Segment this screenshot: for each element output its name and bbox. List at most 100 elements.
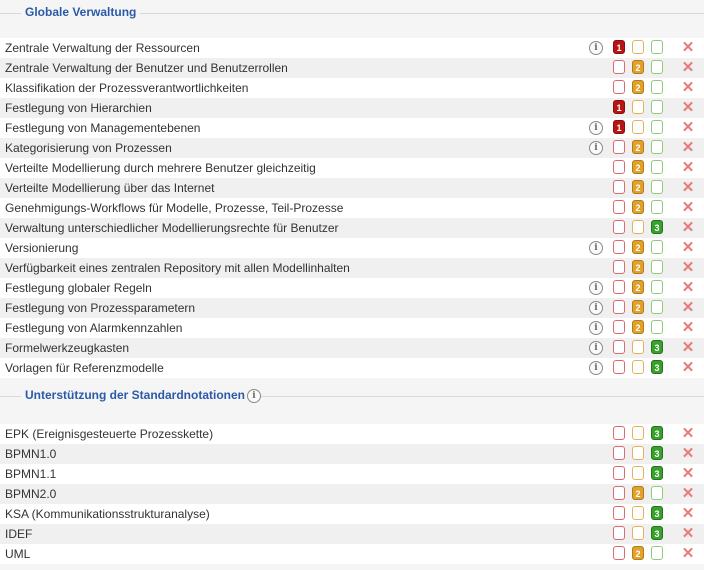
rating-level-3-checkbox[interactable]: 3 <box>651 466 663 480</box>
info-icon[interactable]: i <box>589 41 603 55</box>
rating-level-2-checkbox[interactable] <box>632 360 644 374</box>
rating-level-1-checkbox[interactable] <box>613 260 625 274</box>
rating-level-2-checkbox[interactable] <box>632 340 644 354</box>
delete-x-icon[interactable]: ✕ <box>681 426 695 441</box>
delete-x-icon[interactable]: ✕ <box>681 466 695 481</box>
rating-level-3-checkbox[interactable] <box>651 486 663 500</box>
info-icon[interactable]: i <box>589 141 603 155</box>
rating-level-1-checkbox[interactable] <box>613 360 625 374</box>
delete-x-icon[interactable]: ✕ <box>681 160 695 175</box>
rating-level-2-checkbox[interactable]: 2 <box>632 280 644 294</box>
rating-level-2-checkbox[interactable] <box>632 526 644 540</box>
rating-level-3-checkbox[interactable]: 3 <box>651 506 663 520</box>
delete-x-icon[interactable]: ✕ <box>681 80 695 95</box>
rating-level-1-checkbox[interactable]: 1 <box>613 100 625 114</box>
rating-level-1-checkbox[interactable] <box>613 240 625 254</box>
rating-level-1-checkbox[interactable] <box>613 506 625 520</box>
rating-level-3-checkbox[interactable] <box>651 200 663 214</box>
rating-level-3-checkbox[interactable] <box>651 546 663 560</box>
rating-level-3-checkbox[interactable]: 3 <box>651 340 663 354</box>
rating-level-1-checkbox[interactable] <box>613 80 625 94</box>
delete-x-icon[interactable]: ✕ <box>681 260 695 275</box>
rating-level-1-checkbox[interactable] <box>613 466 625 480</box>
delete-x-icon[interactable]: ✕ <box>681 200 695 215</box>
delete-x-icon[interactable]: ✕ <box>681 220 695 235</box>
rating-level-3-checkbox[interactable] <box>651 60 663 74</box>
rating-level-3-checkbox[interactable]: 3 <box>651 446 663 460</box>
rating-level-3-checkbox[interactable] <box>651 320 663 334</box>
rating-level-1-checkbox[interactable]: 1 <box>613 120 625 134</box>
rating-level-2-checkbox[interactable]: 2 <box>632 140 644 154</box>
rating-level-2-checkbox[interactable] <box>632 466 644 480</box>
rating-level-2-checkbox[interactable]: 2 <box>632 486 644 500</box>
rating-level-1-checkbox[interactable] <box>613 320 625 334</box>
rating-level-1-checkbox[interactable] <box>613 546 625 560</box>
rating-level-1-checkbox[interactable] <box>613 160 625 174</box>
rating-level-1-checkbox[interactable] <box>613 486 625 500</box>
info-icon[interactable]: i <box>589 361 603 375</box>
rating-level-2-checkbox[interactable] <box>632 506 644 520</box>
rating-level-2-checkbox[interactable]: 2 <box>632 320 644 334</box>
rating-level-1-checkbox[interactable]: 1 <box>613 40 625 54</box>
rating-level-2-checkbox[interactable]: 2 <box>632 200 644 214</box>
rating-level-2-checkbox[interactable]: 2 <box>632 546 644 560</box>
rating-level-3-checkbox[interactable]: 3 <box>651 426 663 440</box>
delete-x-icon[interactable]: ✕ <box>681 180 695 195</box>
delete-x-icon[interactable]: ✕ <box>681 340 695 355</box>
rating-level-3-checkbox[interactable]: 3 <box>651 526 663 540</box>
rating-level-3-checkbox[interactable] <box>651 120 663 134</box>
delete-x-icon[interactable]: ✕ <box>681 60 695 75</box>
delete-x-icon[interactable]: ✕ <box>681 360 695 375</box>
delete-x-icon[interactable]: ✕ <box>681 486 695 501</box>
rating-level-2-checkbox[interactable] <box>632 120 644 134</box>
rating-level-3-checkbox[interactable]: 3 <box>651 360 663 374</box>
rating-level-2-checkbox[interactable]: 2 <box>632 80 644 94</box>
rating-level-1-checkbox[interactable] <box>613 280 625 294</box>
rating-level-3-checkbox[interactable] <box>651 300 663 314</box>
delete-x-icon[interactable]: ✕ <box>681 546 695 561</box>
rating-level-1-checkbox[interactable] <box>613 446 625 460</box>
delete-x-icon[interactable]: ✕ <box>681 40 695 55</box>
rating-level-3-checkbox[interactable] <box>651 140 663 154</box>
info-icon[interactable]: i <box>589 301 603 315</box>
rating-level-2-checkbox[interactable] <box>632 40 644 54</box>
info-icon[interactable]: i <box>589 321 603 335</box>
rating-level-1-checkbox[interactable] <box>613 526 625 540</box>
rating-level-2-checkbox[interactable] <box>632 100 644 114</box>
rating-level-3-checkbox[interactable] <box>651 180 663 194</box>
rating-level-3-checkbox[interactable] <box>651 80 663 94</box>
rating-level-3-checkbox[interactable] <box>651 240 663 254</box>
rating-level-1-checkbox[interactable] <box>613 60 625 74</box>
delete-x-icon[interactable]: ✕ <box>681 120 695 135</box>
delete-x-icon[interactable]: ✕ <box>681 506 695 521</box>
rating-level-1-checkbox[interactable] <box>613 220 625 234</box>
rating-level-2-checkbox[interactable]: 2 <box>632 60 644 74</box>
rating-level-1-checkbox[interactable] <box>613 140 625 154</box>
rating-level-2-checkbox[interactable] <box>632 446 644 460</box>
rating-level-2-checkbox[interactable]: 2 <box>632 180 644 194</box>
rating-level-3-checkbox[interactable] <box>651 160 663 174</box>
rating-level-1-checkbox[interactable] <box>613 340 625 354</box>
rating-level-3-checkbox[interactable]: 3 <box>651 220 663 234</box>
rating-level-2-checkbox[interactable]: 2 <box>632 260 644 274</box>
delete-x-icon[interactable]: ✕ <box>681 526 695 541</box>
info-icon[interactable]: i <box>589 121 603 135</box>
delete-x-icon[interactable]: ✕ <box>681 240 695 255</box>
info-icon[interactable]: i <box>247 389 261 403</box>
rating-level-3-checkbox[interactable] <box>651 260 663 274</box>
rating-level-2-checkbox[interactable] <box>632 426 644 440</box>
info-icon[interactable]: i <box>589 241 603 255</box>
rating-level-3-checkbox[interactable] <box>651 40 663 54</box>
delete-x-icon[interactable]: ✕ <box>681 300 695 315</box>
rating-level-1-checkbox[interactable] <box>613 300 625 314</box>
rating-level-2-checkbox[interactable]: 2 <box>632 160 644 174</box>
rating-level-1-checkbox[interactable] <box>613 426 625 440</box>
rating-level-2-checkbox[interactable]: 2 <box>632 300 644 314</box>
rating-level-1-checkbox[interactable] <box>613 180 625 194</box>
info-icon[interactable]: i <box>589 341 603 355</box>
rating-level-2-checkbox[interactable] <box>632 220 644 234</box>
rating-level-3-checkbox[interactable] <box>651 280 663 294</box>
delete-x-icon[interactable]: ✕ <box>681 100 695 115</box>
rating-level-2-checkbox[interactable]: 2 <box>632 240 644 254</box>
delete-x-icon[interactable]: ✕ <box>681 446 695 461</box>
